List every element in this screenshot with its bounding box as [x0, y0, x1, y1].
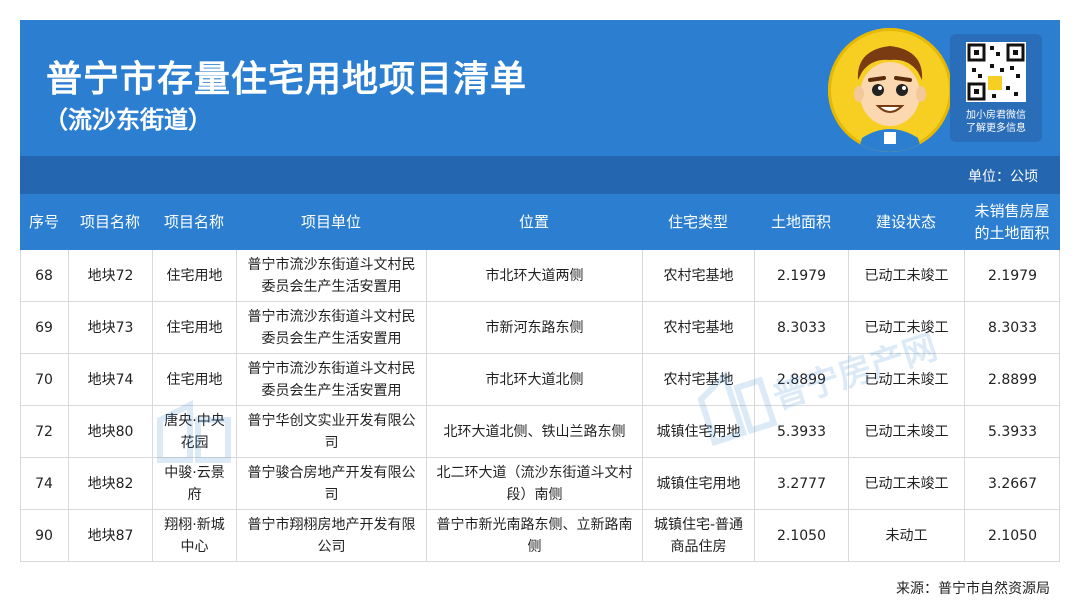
column-header: 序号: [20, 194, 68, 250]
column-header: 未销售房屋的土地面积: [964, 194, 1060, 250]
page-title: 普宁市存量住宅用地项目清单: [46, 50, 527, 102]
cell-area: 5.3933: [754, 406, 848, 457]
qr-caption-line1: 加小房君微信: [950, 110, 1042, 122]
table-row: 69 地块73 住宅用地 普宁市流沙东街道斗文村民委员会生产生活安置用 市新河东…: [20, 302, 1060, 354]
cell-location: 北环大道北侧、铁山兰路东侧: [426, 406, 642, 457]
mascot-avatar-icon: [828, 28, 952, 152]
cell-index: 69: [20, 302, 68, 353]
cell-unit: 普宁市流沙东街道斗文村民委员会生产生活安置用: [236, 302, 426, 353]
cell-location: 市新河东路东侧: [426, 302, 642, 353]
cell-project: 翔栩·新城中心: [152, 510, 236, 561]
cell-project: 住宅用地: [152, 302, 236, 353]
cell-type: 农村宅基地: [642, 302, 754, 353]
cell-unsold-area: 2.1050: [964, 510, 1060, 561]
cell-status: 已动工未竣工: [848, 302, 964, 353]
cell-area: 2.8899: [754, 354, 848, 405]
table-header: 序号 项目名称 项目名称 项目单位 位置 住宅类型 土地面积 建设状态 未销售房…: [20, 194, 1060, 250]
column-header: 建设状态: [848, 194, 964, 250]
cell-area: 3.2777: [754, 458, 848, 509]
cell-project: 住宅用地: [152, 354, 236, 405]
cell-type: 农村宅基地: [642, 354, 754, 405]
cell-index: 70: [20, 354, 68, 405]
cell-location: 北二环大道（流沙东街道斗文村段）南侧: [426, 458, 642, 509]
qr-code-panel: 加小房君微信 了解更多信息: [950, 34, 1042, 142]
column-header: 住宅类型: [642, 194, 754, 250]
cell-index: 72: [20, 406, 68, 457]
cell-plot: 地块74: [68, 354, 152, 405]
cell-area: 8.3033: [754, 302, 848, 353]
cell-type: 城镇住宅用地: [642, 458, 754, 509]
cell-status: 已动工未竣工: [848, 458, 964, 509]
cell-project: 住宅用地: [152, 250, 236, 301]
cell-status: 已动工未竣工: [848, 250, 964, 301]
table-row: 74 地块82 中骏·云景府 普宁骏合房地产开发有限公司 北二环大道（流沙东街道…: [20, 458, 1060, 510]
cell-unit: 普宁市流沙东街道斗文村民委员会生产生活安置用: [236, 354, 426, 405]
cell-plot: 地块82: [68, 458, 152, 509]
cell-unsold-area: 3.2667: [964, 458, 1060, 509]
cell-location: 市北环大道北侧: [426, 354, 642, 405]
cell-location: 市北环大道两侧: [426, 250, 642, 301]
cell-location: 普宁市新光南路东侧、立新路南侧: [426, 510, 642, 561]
page-subtitle: （流沙东街道）: [44, 100, 212, 135]
cell-type: 农村宅基地: [642, 250, 754, 301]
table-row: 72 地块80 唐央·中央花园 普宁华创文实业开发有限公司 北环大道北侧、铁山兰…: [20, 406, 1060, 458]
cell-unit: 普宁市流沙东街道斗文村民委员会生产生活安置用: [236, 250, 426, 301]
table-row: 90 地块87 翔栩·新城中心 普宁市翔栩房地产开发有限公司 普宁市新光南路东侧…: [20, 510, 1060, 562]
cell-status: 未动工: [848, 510, 964, 561]
column-header: 项目名称: [152, 194, 236, 250]
column-header: 土地面积: [754, 194, 848, 250]
cell-unit: 普宁市翔栩房地产开发有限公司: [236, 510, 426, 561]
cell-index: 90: [20, 510, 68, 561]
cell-unit: 普宁骏合房地产开发有限公司: [236, 458, 426, 509]
header-banner: 普宁市存量住宅用地项目清单 （流沙东街道）: [20, 20, 1060, 156]
column-header: 项目单位: [236, 194, 426, 250]
cell-status: 已动工未竣工: [848, 406, 964, 457]
source-note: 来源：普宁市自然资源局: [896, 578, 1050, 598]
cell-unsold-area: 2.1979: [964, 250, 1060, 301]
cell-plot: 地块72: [68, 250, 152, 301]
data-table: 68 地块72 住宅用地 普宁市流沙东街道斗文村民委员会生产生活安置用 市北环大…: [20, 250, 1060, 562]
qr-code-icon[interactable]: [966, 42, 1026, 102]
cell-unit: 普宁华创文实业开发有限公司: [236, 406, 426, 457]
cell-area: 2.1979: [754, 250, 848, 301]
cell-index: 68: [20, 250, 68, 301]
cell-plot: 地块73: [68, 302, 152, 353]
table-row: 68 地块72 住宅用地 普宁市流沙东街道斗文村民委员会生产生活安置用 市北环大…: [20, 250, 1060, 302]
cell-index: 74: [20, 458, 68, 509]
unit-label: 单位：公顷: [968, 166, 1038, 186]
cell-area: 2.1050: [754, 510, 848, 561]
column-header: 位置: [426, 194, 642, 250]
cell-project: 中骏·云景府: [152, 458, 236, 509]
cell-unsold-area: 5.3933: [964, 406, 1060, 457]
table-row: 70 地块74 住宅用地 普宁市流沙东街道斗文村民委员会生产生活安置用 市北环大…: [20, 354, 1060, 406]
cell-status: 已动工未竣工: [848, 354, 964, 405]
cell-unsold-area: 2.8899: [964, 354, 1060, 405]
qr-caption-line2: 了解更多信息: [950, 123, 1042, 135]
cell-plot: 地块80: [68, 406, 152, 457]
column-header: 项目名称: [68, 194, 152, 250]
cell-type: 城镇住宅-普通商品住房: [642, 510, 754, 561]
cell-project: 唐央·中央花园: [152, 406, 236, 457]
cell-type: 城镇住宅用地: [642, 406, 754, 457]
cell-unsold-area: 8.3033: [964, 302, 1060, 353]
unit-bar: 单位：公顷: [20, 156, 1060, 194]
cell-plot: 地块87: [68, 510, 152, 561]
